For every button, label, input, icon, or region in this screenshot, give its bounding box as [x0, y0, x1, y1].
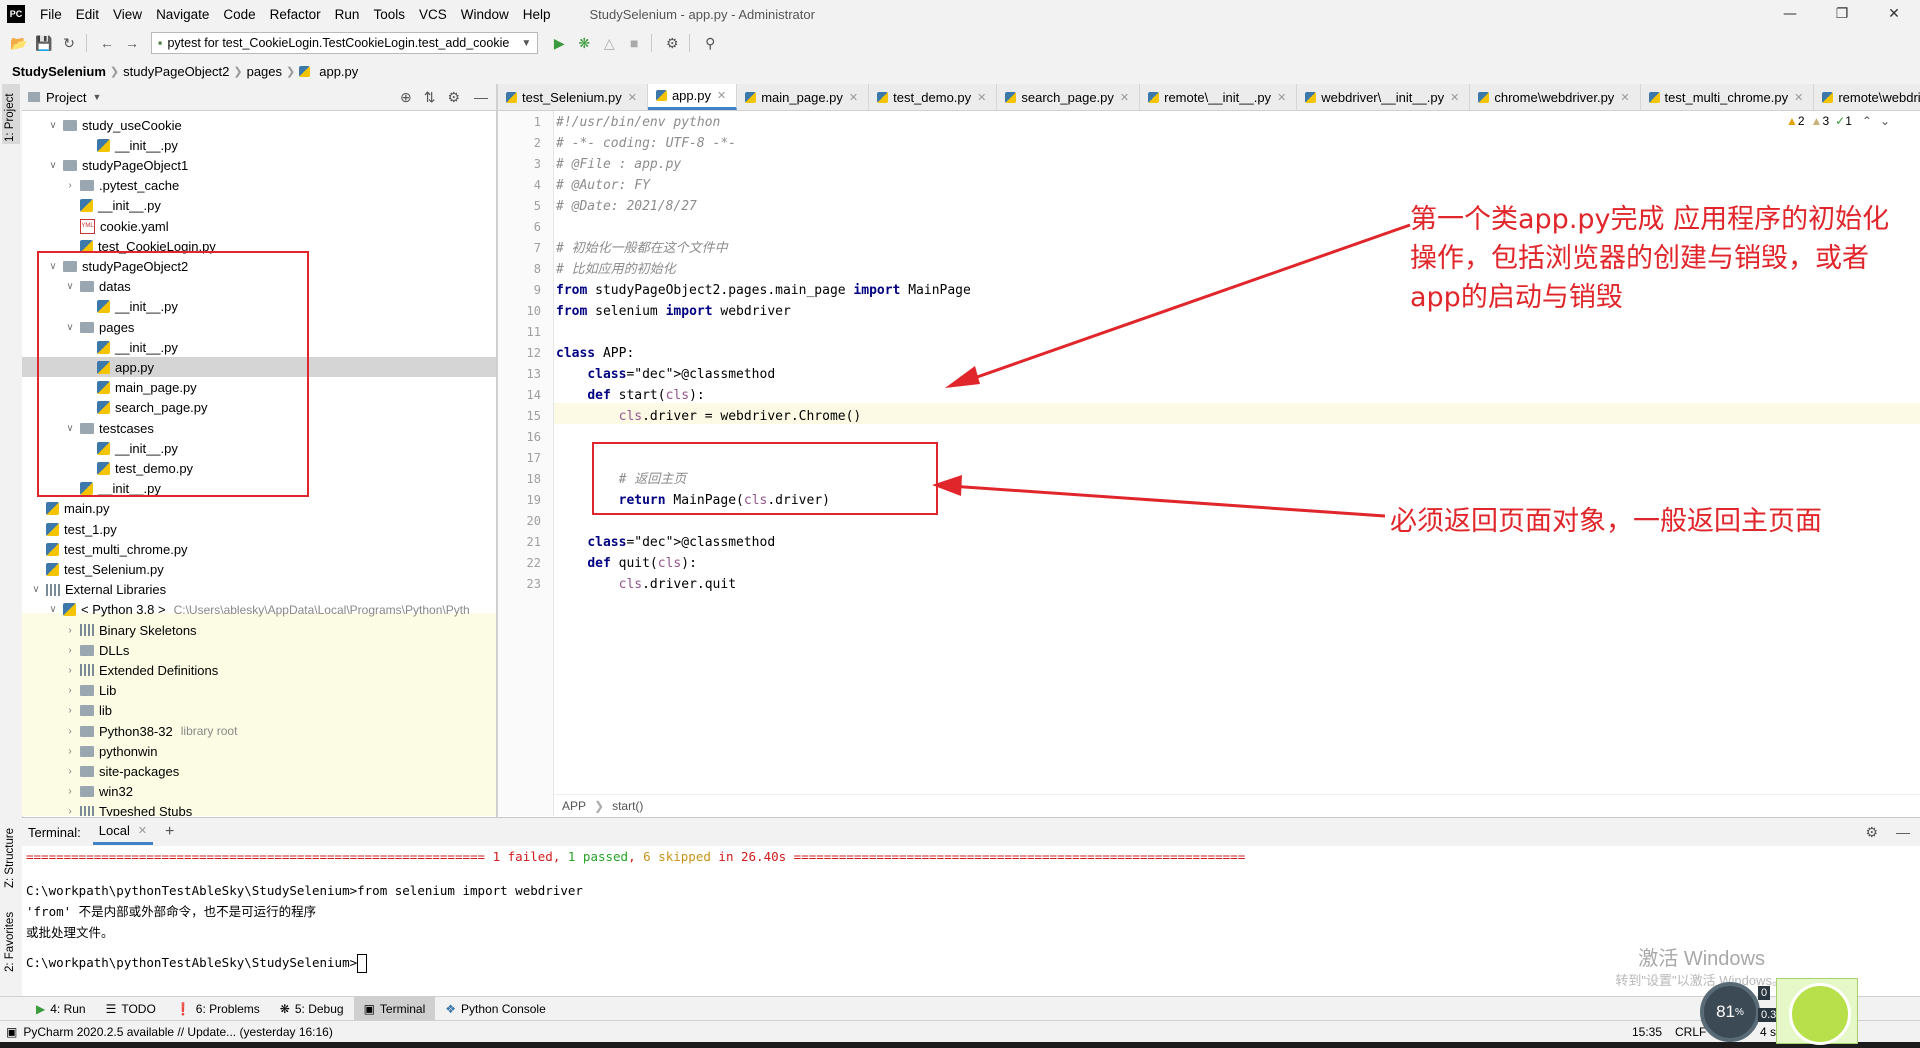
arrow-line-bottom	[949, 484, 1386, 518]
bug-icon: ❋	[279, 1002, 290, 1016]
speed-unit: %	[1735, 1006, 1744, 1018]
caret-position[interactable]: 15:35	[1632, 1025, 1662, 1039]
windows-activation-watermark: 激活 Windows	[1638, 948, 1765, 970]
arrow-head-top	[945, 366, 980, 388]
arrow-head-bottom	[932, 475, 962, 496]
flower-icon	[1789, 983, 1851, 1045]
network-speed-widget[interactable]: 81%	[1700, 982, 1760, 1042]
update-icon: ▣	[6, 1025, 18, 1039]
terminal-line: 'from' 不是内部或外部命令，也不是可运行的程序	[26, 904, 317, 919]
line-separator[interactable]: CRLF	[1675, 1025, 1706, 1039]
terminal-line: C:\workpath\pythonTestAbleSky\StudySelen…	[26, 883, 583, 898]
close-icon[interactable]: ✕	[138, 824, 147, 837]
tool-todo[interactable]: ☰ TODO	[96, 997, 166, 1021]
speed-value: 81	[1716, 1002, 1735, 1021]
terminal-prompt: C:\workpath\pythonTestAbleSky\StudySelen…	[26, 955, 358, 970]
os-taskbar	[0, 1042, 1920, 1048]
hide-icon[interactable]: —	[1886, 824, 1920, 840]
tool-python-console-label: Python Console	[461, 1002, 546, 1016]
arrow-line-top	[959, 223, 1411, 385]
terminal-prompt-line: C:\workpath\pythonTestAbleSky\StudySelen…	[26, 952, 368, 973]
failed-count: 1 failed	[492, 849, 553, 864]
status-bar: ▣ PyCharm 2020.2.5 available // Update..…	[0, 1020, 1920, 1043]
tool-debug-label: 5: Debug	[294, 1002, 344, 1016]
passed-count: 1 passed	[567, 849, 629, 864]
tool-todo-label: TODO	[121, 1002, 156, 1016]
run-icon: ▶	[36, 1002, 46, 1016]
tool-problems-label: 6: Problems	[195, 1002, 260, 1016]
tool-problems[interactable]: ❗ 6: Problems	[166, 997, 270, 1021]
upload-speed: 0	[1758, 986, 1771, 1000]
skipped-count: 6 skipped	[643, 849, 711, 864]
terminal-title: Terminal:	[28, 824, 81, 840]
tool-debug[interactable]: ❋ 5: Debug	[270, 997, 354, 1021]
list-icon: ☰	[105, 1002, 117, 1016]
terminal-line: 或批处理文件。	[26, 925, 114, 940]
terminal-header: Terminal: Local ✕ + ⚙ —	[22, 817, 1920, 847]
tool-terminal-label: Terminal	[379, 1002, 426, 1016]
tool-run[interactable]: ▶ 4: Run	[26, 997, 96, 1021]
status-message[interactable]: PyCharm 2020.2.5 available // Update... …	[23, 1025, 333, 1039]
terminal-tab-local[interactable]: Local ✕	[92, 819, 154, 845]
tool-terminal[interactable]: ▣ Terminal	[353, 997, 436, 1021]
tool-run-label: 4: Run	[50, 1002, 86, 1016]
tool-window-bar: ▶ 4: Run ☰ TODO ❗ 6: Problems ❋ 5: Debug ▣ Te…	[0, 996, 1920, 1021]
gear-icon[interactable]: ⚙	[1857, 824, 1886, 841]
tool-python-console[interactable]: ❖ Python Console	[435, 997, 556, 1021]
add-icon[interactable]: +	[165, 823, 174, 841]
elapsed-time: in 26.40s	[718, 849, 787, 864]
terminal-cursor	[357, 954, 368, 973]
python-console-icon: ❖	[445, 1002, 457, 1016]
test-result-line: ========================================…	[26, 849, 1246, 864]
terminal-tab-label: Local	[98, 823, 130, 838]
terminal-icon: ▣	[363, 1002, 375, 1016]
problems-icon: ❗	[175, 1002, 191, 1016]
desktop-widget[interactable]	[1776, 978, 1858, 1045]
